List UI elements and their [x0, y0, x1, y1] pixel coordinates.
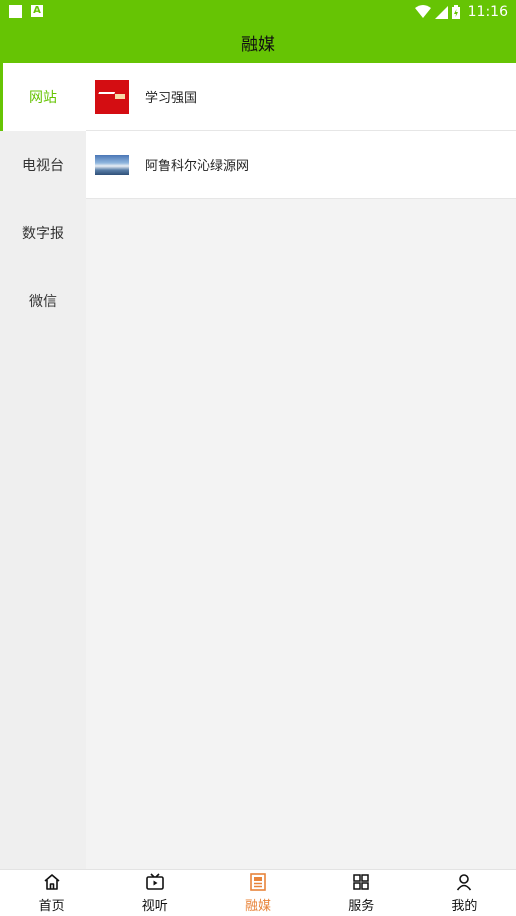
list-item-label: 阿鲁科尔沁绿源网 [145, 159, 250, 174]
grid-icon [353, 874, 369, 890]
tab-label: 服务 [348, 899, 375, 914]
newspaper-icon [250, 873, 266, 891]
tab-mine[interactable]: 我的 [413, 870, 516, 916]
home-icon [44, 874, 60, 890]
user-icon [457, 874, 472, 891]
wifi-icon [414, 5, 431, 18]
a-notification-icon: A [31, 5, 43, 17]
battery-icon [451, 5, 460, 19]
signal-icon [434, 5, 448, 19]
sidebar-item-wechat[interactable]: 微信 [0, 267, 86, 335]
tab-services[interactable]: 服务 [310, 870, 413, 916]
tab-media[interactable]: 视听 [103, 870, 206, 916]
site-list: 学习强国 阿鲁科尔沁绿源网 [86, 63, 516, 869]
tv-play-icon [145, 873, 164, 890]
tab-label: 首页 [38, 899, 65, 914]
status-right: 11:16 [414, 2, 508, 22]
list-item[interactable]: 学习强国 [86, 63, 516, 131]
list-item[interactable]: 阿鲁科尔沁绿源网 [86, 131, 516, 199]
page-title: 融媒 [241, 35, 275, 55]
xuexi-logo [95, 79, 129, 114]
sidebar-item-label: 微信 [29, 294, 57, 310]
square-notification-icon [9, 5, 22, 18]
tab-label: 视听 [141, 899, 168, 914]
tab-label: 我的 [451, 899, 478, 914]
tab-home[interactable]: 首页 [0, 870, 103, 916]
category-sidebar: 网站 电视台 数字报 微信 [0, 63, 86, 869]
status-bar: A 11:16 [0, 0, 516, 24]
list-item-label: 学习强国 [145, 91, 198, 106]
sidebar-item-digital-paper[interactable]: 数字报 [0, 199, 86, 267]
sidebar-item-tv[interactable]: 电视台 [0, 131, 86, 199]
sidebar-item-label: 电视台 [22, 158, 64, 174]
sidebar-item-label: 数字报 [22, 226, 64, 242]
sidebar-item-website[interactable]: 网站 [0, 63, 86, 131]
tab-rongmei[interactable]: 融媒 [206, 870, 309, 916]
sidebar-item-label: 网站 [29, 90, 57, 106]
landscape-photo [95, 154, 129, 175]
bottom-tab-bar: 首页 视听 融媒 服务 我的 [0, 869, 516, 916]
app-header: A 11:16 融媒 [0, 0, 516, 63]
tab-label: 融媒 [245, 899, 272, 914]
status-time: 11:16 [467, 4, 508, 20]
